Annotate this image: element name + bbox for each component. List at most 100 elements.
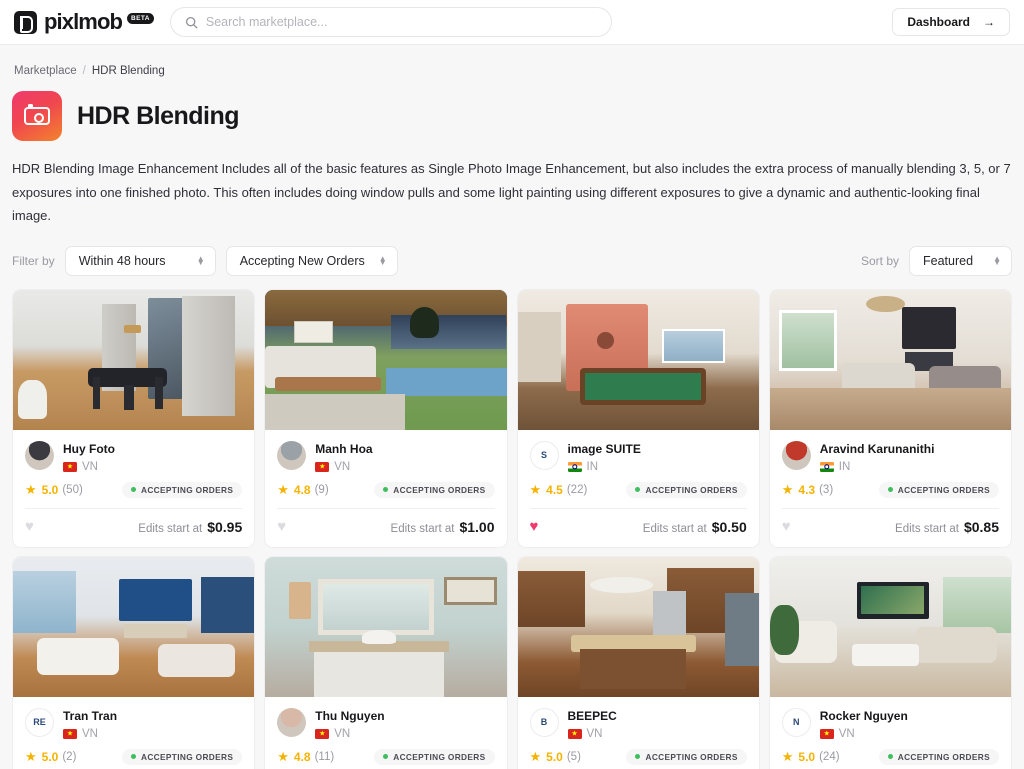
seller-card[interactable]: Manh Hoa VN ★ 4.8 (9) ACCEPTING ORDERS ♥ xyxy=(264,288,508,548)
rating-value: 4.8 xyxy=(293,482,311,497)
brand-name: pixlmob xyxy=(44,9,123,34)
star-icon: ★ xyxy=(277,749,289,765)
favorite-heart-icon[interactable]: ♥ xyxy=(25,519,34,534)
seller-meta: image SUITE IN xyxy=(567,441,641,473)
price-value: $1.00 xyxy=(459,518,495,535)
seller-card-body: RE Tran Tran VN ★ 5.0 (2) ACCEPTING ORDE… xyxy=(13,697,254,769)
price-value: $0.95 xyxy=(207,518,243,535)
seller-card[interactable]: B BEEPEC VN ★ 5.0 (5) ACCEPTING ORDERS xyxy=(516,555,760,769)
status-badge: ACCEPTING ORDERS xyxy=(878,748,999,765)
seller-card[interactable]: S image SUITE IN ★ 4.5 (22) ACCEPTING OR… xyxy=(516,288,760,548)
seller-card-footer: ♥ Edits start at $0.50 xyxy=(518,509,759,547)
status-dot-icon xyxy=(635,754,641,760)
seller-card[interactable]: Aravind Karunanithi IN ★ 4.3 (3) ACCEPTI… xyxy=(768,288,1012,548)
rating-value: 4.5 xyxy=(546,482,563,497)
star-icon: ★ xyxy=(277,482,289,498)
country-code: VN xyxy=(82,460,98,473)
brand-logo[interactable]: pixlmob BETA xyxy=(14,9,154,35)
status-label: ACCEPTING ORDERS xyxy=(897,484,990,495)
status-badge: ACCEPTING ORDERS xyxy=(626,481,747,498)
portfolio-thumbnail[interactable] xyxy=(265,556,507,697)
avatar xyxy=(25,440,54,470)
favorite-heart-icon[interactable]: ♥ xyxy=(782,519,791,534)
portfolio-thumbnail[interactable] xyxy=(13,556,255,697)
country-flag-icon xyxy=(315,461,330,472)
country-code: VN xyxy=(334,460,351,473)
rating-row: ★ 5.0 (24) ACCEPTING ORDERS xyxy=(782,748,999,769)
favorite-heart-icon[interactable]: ♥ xyxy=(530,519,539,534)
status-label: ACCEPTING ORDERS xyxy=(140,484,234,495)
review-count: (22) xyxy=(566,483,588,496)
review-count: (2) xyxy=(62,750,77,763)
country-code: IN xyxy=(838,460,851,473)
dashboard-button[interactable]: Dashboard → xyxy=(892,8,1010,36)
seller-card-footer: ♥ Edits start at $1.00 xyxy=(265,509,506,547)
seller-row: Thu Nguyen VN xyxy=(277,707,494,740)
sort-select[interactable]: Featured ▲ ▼ xyxy=(909,245,1012,276)
beta-badge: BETA xyxy=(127,13,154,24)
portfolio-thumbnail[interactable] xyxy=(769,556,1011,697)
page-header: HDR Blending xyxy=(12,91,1012,141)
price-value: $0.85 xyxy=(963,518,999,535)
status-badge: ACCEPTING ORDERS xyxy=(626,748,747,765)
review-count: (11) xyxy=(314,750,335,763)
rating-value: 5.0 xyxy=(546,749,563,764)
search-input[interactable] xyxy=(205,15,597,29)
breadcrumb-marketplace[interactable]: Marketplace xyxy=(14,65,77,77)
status-badge: ACCEPTING ORDERS xyxy=(878,481,999,498)
country-code: VN xyxy=(82,727,98,740)
status-dot-icon xyxy=(130,487,136,493)
star-icon: ★ xyxy=(781,482,794,498)
review-count: (50) xyxy=(62,483,83,496)
portfolio-thumbnail[interactable] xyxy=(769,289,1011,430)
availability-filter-value: Accepting New Orders xyxy=(239,253,365,268)
country-row: VN xyxy=(315,728,384,740)
chevron-updown-icon: ▲ ▼ xyxy=(993,253,1001,267)
seller-name: Aravind Karunanithi xyxy=(819,441,935,456)
seller-name: image SUITE xyxy=(567,441,641,456)
page-title: HDR Blending xyxy=(77,101,240,130)
status-label: ACCEPTING ORDERS xyxy=(393,751,486,762)
status-dot-icon xyxy=(887,487,893,493)
portfolio-thumbnail[interactable] xyxy=(517,556,759,697)
price-wrap: Edits start at $0.95 xyxy=(138,519,242,535)
seller-name: BEEPEC xyxy=(567,708,617,723)
country-flag-icon xyxy=(819,461,834,472)
rating-row: ★ 4.8 (11) ACCEPTING ORDERS xyxy=(277,748,495,769)
portfolio-thumbnail[interactable] xyxy=(517,289,759,430)
rating-value: 5.0 xyxy=(798,749,816,764)
seller-card[interactable]: Huy Foto VN ★ 5.0 (50) ACCEPTING ORDERS … xyxy=(12,288,256,548)
portfolio-thumbnail[interactable] xyxy=(265,289,507,430)
country-row: VN xyxy=(819,728,908,740)
sort-value: Featured xyxy=(923,253,974,268)
country-row: VN xyxy=(315,461,372,473)
country-row: IN xyxy=(567,461,641,473)
top-navigation-bar: pixlmob BETA Dashboard → xyxy=(0,0,1024,45)
seller-meta: Manh Hoa VN xyxy=(315,441,373,473)
dashboard-button-label: Dashboard xyxy=(907,15,970,29)
rating-row: ★ 5.0 (2) ACCEPTING ORDERS xyxy=(25,748,243,769)
avatar: S xyxy=(529,440,559,470)
page-content: Marketplace / HDR Blending HDR Blending … xyxy=(0,45,1024,769)
country-row: VN xyxy=(63,728,117,740)
seller-card[interactable]: N Rocker Nguyen VN ★ 5.0 (24) ACCEPTING … xyxy=(768,555,1012,769)
status-dot-icon xyxy=(887,754,893,760)
price-label: Edits start at xyxy=(390,522,455,535)
country-row: VN xyxy=(63,461,115,473)
search-bar[interactable] xyxy=(169,7,612,37)
sort-group: Sort by Featured ▲ ▼ xyxy=(861,245,1012,276)
seller-card-body: Huy Foto VN ★ 5.0 (50) ACCEPTING ORDERS xyxy=(13,430,254,509)
favorite-heart-icon[interactable]: ♥ xyxy=(277,519,286,534)
seller-card[interactable]: RE Tran Tran VN ★ 5.0 (2) ACCEPTING ORDE… xyxy=(12,555,256,769)
breadcrumb-current: HDR Blending xyxy=(91,65,165,77)
status-badge: ACCEPTING ORDERS xyxy=(121,748,243,765)
turnaround-filter-select[interactable]: Within 48 hours ▲ ▼ xyxy=(64,245,216,276)
seller-row: B BEEPEC VN xyxy=(529,707,747,740)
availability-filter-select[interactable]: Accepting New Orders ▲ ▼ xyxy=(225,245,398,276)
rating-value: 4.3 xyxy=(798,482,816,497)
avatar: B xyxy=(529,707,559,737)
country-flag-icon xyxy=(63,728,77,739)
seller-card[interactable]: Thu Nguyen VN ★ 4.8 (11) ACCEPTING ORDER… xyxy=(264,555,508,769)
portfolio-thumbnail[interactable] xyxy=(13,289,255,430)
country-row: VN xyxy=(567,728,617,740)
